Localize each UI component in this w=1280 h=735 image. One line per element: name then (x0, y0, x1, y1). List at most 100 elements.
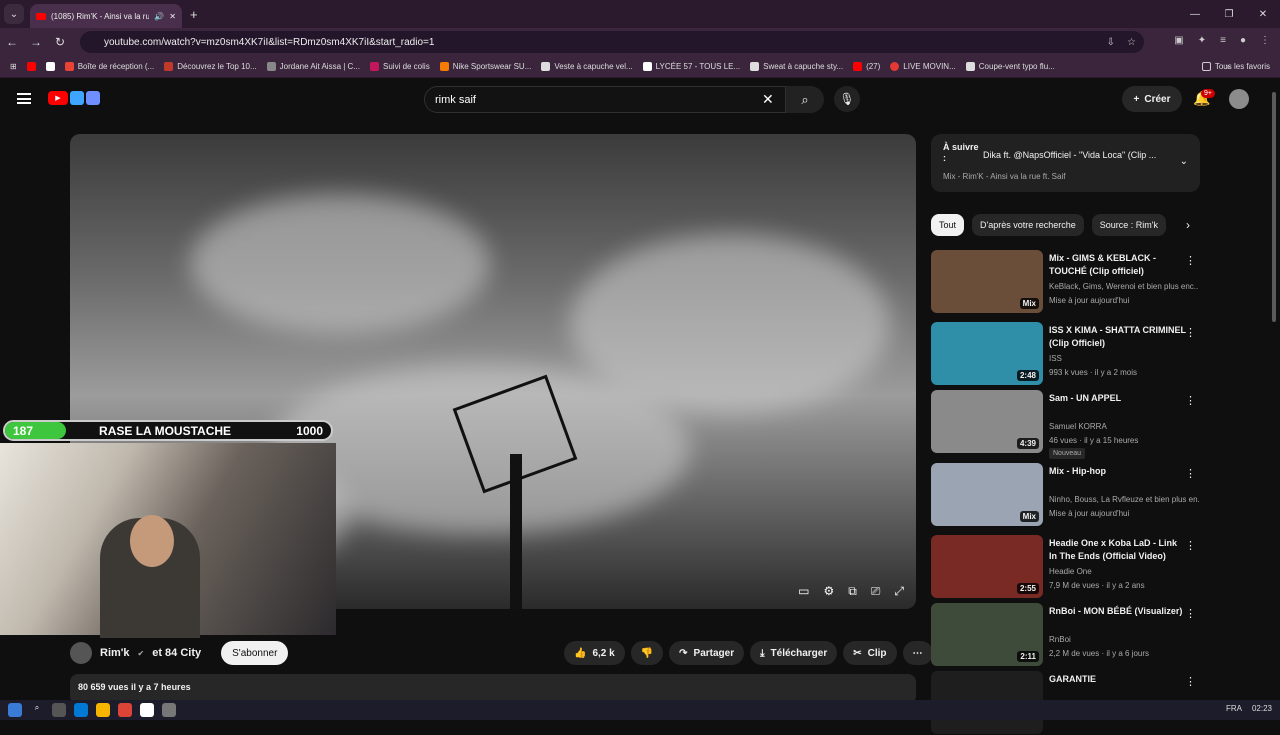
settings-gear-icon[interactable]: ⚙ (823, 584, 834, 599)
recommendation-channel[interactable]: Headie One (1049, 567, 1199, 576)
chevron-right-icon[interactable]: › (1186, 218, 1190, 232)
chrome-icon[interactable] (118, 703, 132, 717)
scrollbar[interactable] (1272, 92, 1276, 322)
download-button[interactable]: ⤓ Télécharger (750, 641, 838, 665)
recommendation-title[interactable]: Headie One x Koba LaD - Link In The Ends… (1049, 537, 1187, 563)
taskbar-app-icon[interactable] (52, 703, 66, 717)
all-favorites[interactable]: Tous les favoris (1201, 62, 1270, 71)
recommendation-channel[interactable]: Ninho, Bouss, La Rvfleuze et bien plus e… (1049, 495, 1199, 504)
fullscreen-icon[interactable]: ⤢ (894, 584, 904, 599)
video-thumbnail[interactable]: 2:55 (931, 535, 1043, 598)
more-actions-button[interactable]: ⋯ (902, 641, 933, 665)
youtube-logo[interactable]: ▶ (48, 91, 100, 105)
more-options-icon[interactable]: ⋮ (1185, 394, 1196, 407)
recommendation-title[interactable]: ISS X KIMA - SHATTA CRIMINEL (Clip Offic… (1049, 324, 1187, 350)
more-options-icon[interactable]: ⋮ (1185, 467, 1196, 480)
taskbar-app-icon[interactable] (140, 703, 154, 717)
recommendation-channel[interactable]: Samuel KORRA (1049, 422, 1199, 431)
puzzle-icon[interactable]: ✦ (1198, 35, 1206, 46)
video-thumbnail[interactable]: Mix (931, 463, 1043, 526)
channel-avatar[interactable] (70, 642, 92, 664)
bookmark-youtube-icon[interactable] (26, 62, 36, 71)
miniplayer-icon[interactable]: ⧉ (848, 584, 857, 599)
recommendation-channel[interactable]: ISS (1049, 354, 1199, 363)
edge-icon[interactable] (74, 703, 88, 717)
bookmark-item[interactable]: Suivi de colis (370, 62, 430, 71)
explorer-icon[interactable] (96, 703, 110, 717)
video-thumbnail[interactable]: Mix (931, 250, 1043, 313)
more-options-icon[interactable]: ⋮ (1185, 326, 1196, 339)
recommendation-item[interactable]: 4:39 Sam - UN APPEL Samuel KORRA 46 vues · … (931, 390, 1200, 459)
bookmark-item[interactable]: Sweat à capuche sty... (750, 62, 843, 71)
subscribe-button[interactable]: S'abonner (221, 641, 289, 665)
dislike-button[interactable]: 👎 (630, 641, 664, 665)
bookmark-item[interactable]: LYCÉE 57 - TOUS LE... (642, 62, 740, 71)
bookmark-item[interactable]: (27) (853, 62, 880, 71)
more-options-icon[interactable]: ⋮ (1185, 675, 1196, 688)
bookmark-item[interactable]: Jordane Ait Aissa | C... (266, 62, 360, 71)
recommendation-item[interactable]: 2:11 RnBoi - MON BÉBÉ (Visualizer) RnBoi 2,… (931, 603, 1200, 667)
recommendation-item[interactable]: 2:48 ISS X KIMA - SHATTA CRIMINEL (Clip O… (931, 322, 1200, 386)
cast-icon[interactable]: ⎚ (871, 584, 881, 599)
channel-collab[interactable]: et 84 City (152, 647, 201, 659)
video-thumbnail[interactable]: 4:39 (931, 390, 1043, 453)
voice-search-button[interactable]: 🎙 (834, 86, 860, 112)
start-icon[interactable] (8, 703, 22, 717)
more-options-icon[interactable]: ⋮ (1185, 254, 1196, 267)
chevron-down-icon[interactable]: ⌄ (1180, 156, 1188, 167)
apps-icon[interactable]: ⊞ (10, 62, 17, 71)
recommendation-title[interactable]: RnBoi - MON BÉBÉ (Visualizer) (1049, 605, 1187, 618)
create-button[interactable]: + Créer (1122, 86, 1182, 112)
clock[interactable]: 02:23 (1252, 704, 1272, 713)
speaker-icon[interactable]: 🔊 (154, 12, 164, 21)
share-button[interactable]: ↷ Partager (669, 641, 745, 665)
chip-source[interactable]: Source : Rim'k (1091, 214, 1167, 236)
reload-icon[interactable]: ↻ (48, 35, 72, 49)
subtitles-icon[interactable]: ▭ (798, 584, 809, 599)
bookmark-item[interactable]: LIVE MOVIN... (890, 62, 956, 71)
video-thumbnail[interactable]: 2:48 (931, 322, 1043, 385)
recommendation-item[interactable]: 2:55 Headie One x Koba LaD - Link In The … (931, 535, 1200, 599)
profile-icon[interactable]: ● (1240, 35, 1246, 46)
tab-search-button[interactable]: ⌄ (4, 4, 24, 24)
clip-button[interactable]: ✂ Clip (843, 641, 897, 665)
bookmark-item[interactable]: Veste à capuche vel... (541, 62, 633, 71)
close-tab-icon[interactable]: ✕ (169, 12, 176, 21)
recommendation-title[interactable]: GARANTIE (1049, 673, 1187, 686)
search-button[interactable]: ⌕ (786, 86, 824, 113)
back-icon[interactable]: ← (0, 35, 24, 49)
recommendation-channel[interactable]: KeBlack, Gims, Werenoi et bien plus enc.… (1049, 282, 1199, 291)
bookmark-item[interactable]: Coupe-vent typo flu... (965, 62, 1055, 71)
install-icon[interactable]: ⇩ (1107, 37, 1115, 48)
url-bar[interactable]: youtube.com/watch?v=mz0sm4XK7iI&list=RDm… (80, 31, 1144, 53)
search-input[interactable]: rimk saif (424, 86, 786, 113)
chip-from-search[interactable]: D'après votre recherche (972, 214, 1084, 236)
minimize-icon[interactable]: — (1178, 0, 1212, 28)
chip-all[interactable]: Tout (931, 214, 965, 236)
bookmark-item[interactable]: Nike Sportswear SU... (439, 62, 531, 71)
like-button[interactable]: 👍 6,2 k (564, 641, 625, 665)
recommendation-item[interactable]: Mix Mix - GIMS & KEBLACK - TOUCHÉ (Clip o… (931, 250, 1200, 314)
recommendation-item[interactable]: Mix Mix - Hip-hop Ninho, Bouss, La Rvfleuz… (931, 463, 1200, 527)
recommendation-title[interactable]: Mix - Hip-hop (1049, 465, 1187, 478)
recommendation-channel[interactable]: RnBoi (1049, 635, 1199, 644)
clear-search-icon[interactable]: ✕ (762, 91, 774, 108)
more-options-icon[interactable]: ⋮ (1185, 607, 1196, 620)
video-thumbnail[interactable]: 2:11 (931, 603, 1043, 666)
restore-icon[interactable]: ❐ (1212, 0, 1246, 28)
avatar[interactable] (1229, 89, 1249, 109)
active-tab[interactable]: (1085) Rim'K - Ainsi va la ru 🔊 ✕ (30, 4, 182, 28)
taskbar-app-icon[interactable] (162, 703, 176, 717)
more-options-icon[interactable]: ⋮ (1185, 539, 1196, 552)
recommendation-title[interactable]: Sam - UN APPEL (1049, 392, 1187, 405)
forward-icon[interactable]: → (24, 35, 48, 49)
playlist-panel[interactable]: À suivre : Dika ft. @NapsOfficiel - "Vid… (931, 134, 1200, 192)
recommendation-title[interactable]: Mix - GIMS & KEBLACK - TOUCHÉ (Clip offi… (1049, 252, 1187, 278)
close-window-icon[interactable]: ✕ (1246, 0, 1280, 28)
bookmark-item[interactable]: Boîte de réception (... (64, 62, 154, 71)
search-icon[interactable]: ⌕ (30, 703, 44, 717)
channel-name[interactable]: Rim'k (100, 647, 130, 659)
extension-icon[interactable]: ▣ (1174, 35, 1183, 46)
new-tab-button[interactable]: + (190, 7, 198, 22)
media-icon[interactable]: ≡ (1220, 35, 1226, 46)
